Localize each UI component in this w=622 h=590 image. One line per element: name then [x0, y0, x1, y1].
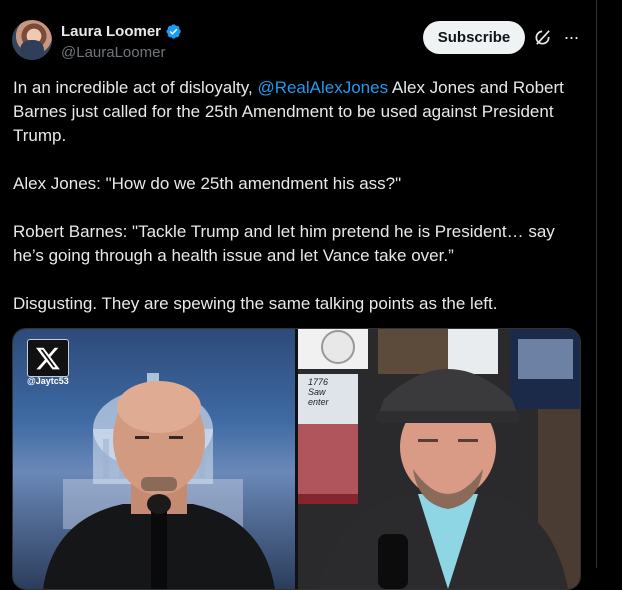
- tweet-text: In an incredible act of disloyalty, @Rea…: [13, 76, 585, 316]
- tweet-header: Laura Loomer @LauraLoomer Subscribe ···: [12, 20, 584, 64]
- tweet-paragraph: Robert Barnes: "Tackle Trump and let him…: [13, 222, 555, 265]
- tweet-video[interactable]: @Jaytc53 1776 Saw enter: [12, 328, 581, 590]
- video-left-panel: @Jaytc53: [13, 329, 295, 589]
- author-handle[interactable]: @LauraLoomer: [61, 44, 165, 61]
- more-icon[interactable]: ···: [561, 28, 581, 48]
- mention-link[interactable]: @RealAlexJones: [257, 78, 388, 97]
- subscribe-button[interactable]: Subscribe: [423, 21, 525, 54]
- column-divider: [596, 0, 597, 568]
- video-watermark: @Jaytc53: [27, 376, 69, 386]
- verified-badge-icon: [166, 24, 181, 39]
- person-right-figure: [318, 369, 568, 589]
- avatar[interactable]: [12, 20, 52, 60]
- tweet-text-segment: In an incredible act of disloyalty,: [13, 78, 258, 97]
- author-name-row[interactable]: Laura Loomer: [61, 23, 182, 40]
- tweet-paragraph: In an incredible act of disloyalty, @Rea…: [13, 76, 585, 148]
- author-display-name[interactable]: Laura Loomer: [61, 23, 161, 40]
- grok-icon[interactable]: [533, 28, 552, 47]
- video-right-panel: 1776 Saw enter: [298, 329, 580, 589]
- tweet-paragraph: Disgusting. They are spewing the same ta…: [13, 294, 498, 313]
- x-logo-icon: [27, 339, 69, 377]
- tweet-paragraph: Alex Jones: "How do we 25th amendment hi…: [13, 174, 402, 193]
